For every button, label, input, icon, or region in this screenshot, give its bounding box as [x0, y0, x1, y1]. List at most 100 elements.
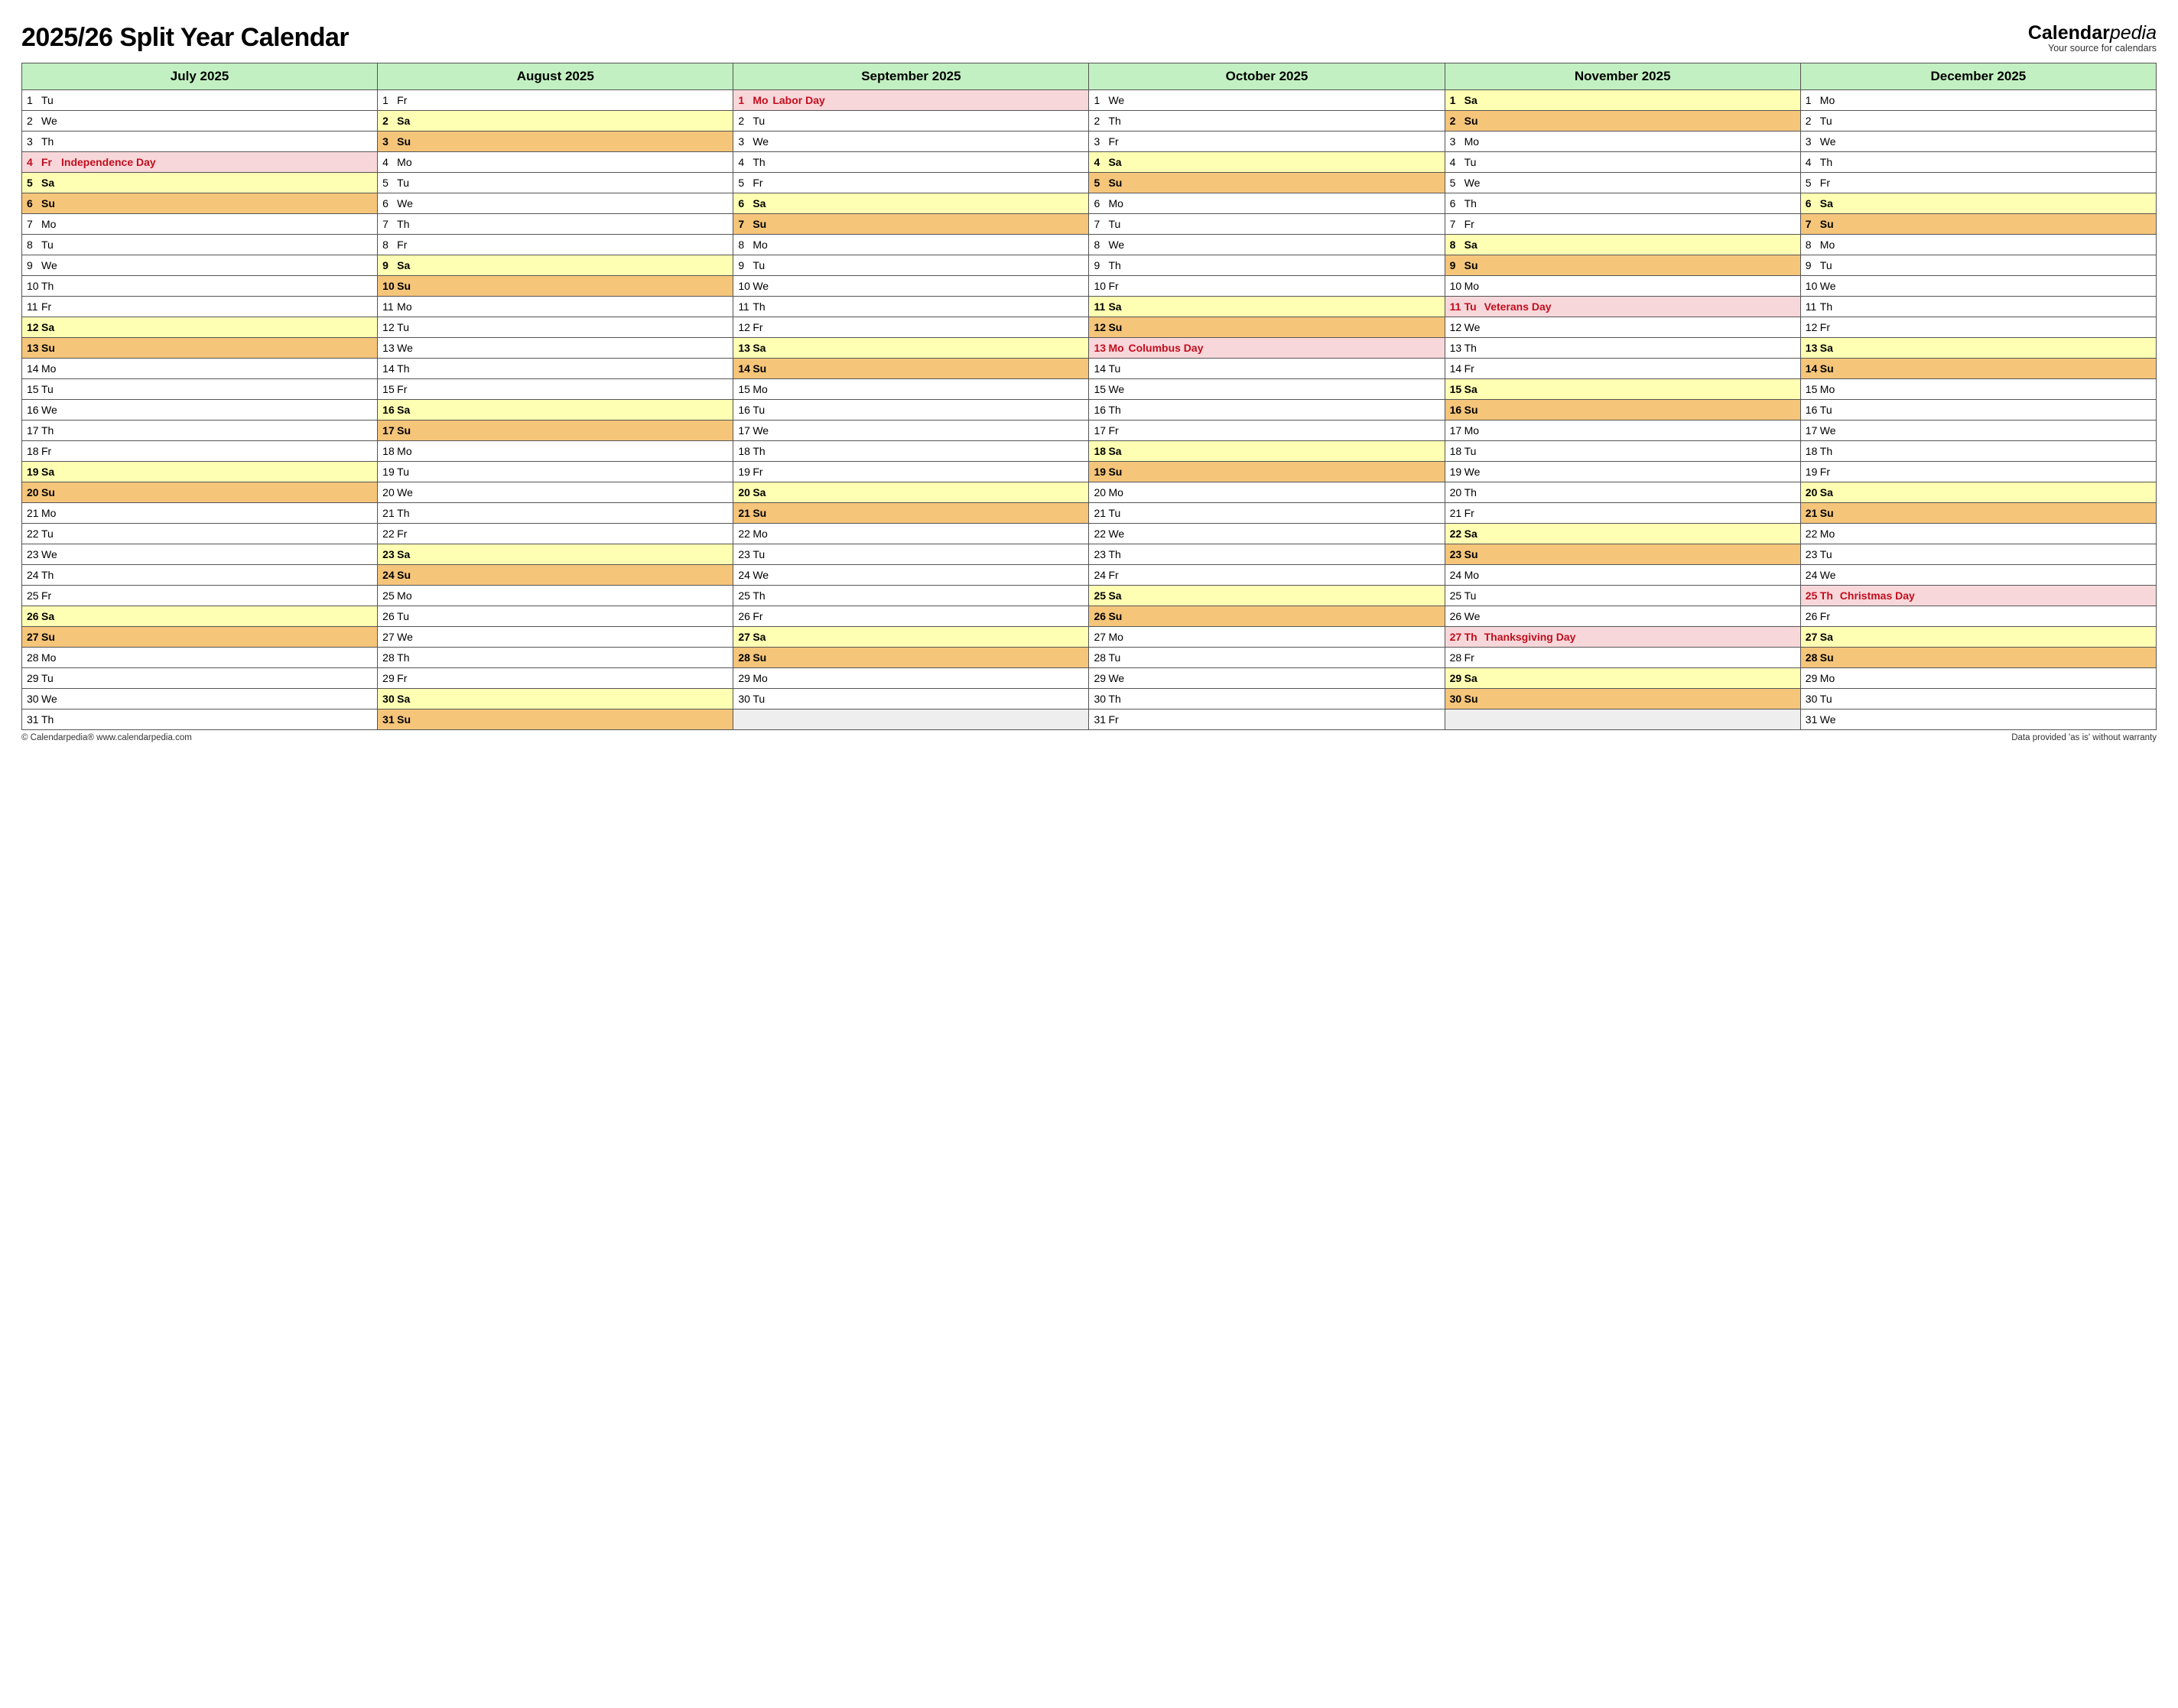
day-cell: 21Su [733, 503, 1089, 524]
day-number: 19 [27, 466, 41, 478]
day-of-week: We [1820, 424, 1840, 437]
day-cell: 11TuVeterans Day [1445, 297, 1800, 317]
day-number: 10 [1094, 280, 1108, 292]
day-of-week: Sa [397, 115, 417, 127]
day-cell: 27Sa [1800, 627, 2156, 648]
day-number: 10 [382, 280, 397, 292]
day-number: 15 [1450, 383, 1464, 395]
day-cell: 27ThThanksgiving Day [1445, 627, 1800, 648]
day-cell: 17Th [22, 421, 378, 441]
day-number: 3 [27, 135, 41, 148]
day-number: 2 [1094, 115, 1108, 127]
day-of-week: Su [1820, 362, 1840, 375]
day-cell: 4Sa [1089, 152, 1445, 173]
day-number: 16 [1806, 404, 1820, 416]
day-of-week: Su [1820, 651, 1840, 664]
calendar-row: 22Tu22Fr22Mo22We22Sa22Mo [22, 524, 2157, 544]
day-cell: 12Sa [22, 317, 378, 338]
day-number: 1 [738, 94, 753, 106]
day-number: 16 [1450, 404, 1464, 416]
day-number: 7 [27, 218, 41, 230]
day-cell: 6Sa [733, 193, 1089, 214]
day-number: 4 [1094, 156, 1108, 168]
day-of-week: Sa [1820, 631, 1840, 643]
day-of-week: Tu [397, 466, 417, 478]
day-number: 5 [382, 177, 397, 189]
calendar-row: 6Su6We6Sa6Mo6Th6Sa [22, 193, 2157, 214]
day-number: 12 [382, 321, 397, 333]
day-number: 27 [1450, 631, 1464, 643]
day-of-week: Fr [41, 156, 61, 168]
day-cell: 19Fr [733, 462, 1089, 482]
brand-tagline: Your source for calendars [2028, 44, 2157, 54]
day-of-week: Su [397, 713, 417, 726]
day-of-week: Fr [1108, 135, 1128, 148]
day-cell: 13Th [1445, 338, 1800, 359]
day-cell: 17We [1800, 421, 2156, 441]
day-cell: 12Fr [1800, 317, 2156, 338]
day-cell: 26Su [1089, 606, 1445, 627]
day-cell: 14Mo [22, 359, 378, 379]
day-of-week: Su [41, 486, 61, 498]
day-number: 22 [1094, 528, 1108, 540]
day-number: 18 [1450, 445, 1464, 457]
day-of-week: Fr [753, 466, 772, 478]
day-of-week: We [753, 569, 772, 581]
brand-word-a: Calendar [2028, 22, 2110, 44]
day-of-week: We [397, 342, 417, 354]
day-of-week: We [41, 115, 61, 127]
day-cell: 23Su [1445, 544, 1800, 565]
day-cell: 29Mo [1800, 668, 2156, 689]
day-of-week: Th [1464, 631, 1484, 643]
day-of-week: Tu [753, 115, 772, 127]
day-of-week: Mo [1820, 672, 1840, 684]
day-of-week: We [1820, 713, 1840, 726]
day-cell: 15We [1089, 379, 1445, 400]
day-cell: 24Mo [1445, 565, 1800, 586]
day-number: 24 [1094, 569, 1108, 581]
day-cell: 1Tu [22, 90, 378, 111]
day-cell: 13Sa [733, 338, 1089, 359]
event-label: Veterans Day [1484, 300, 1552, 313]
day-cell: 10Fr [1089, 276, 1445, 297]
day-of-week: Th [753, 445, 772, 457]
day-cell: 27Mo [1089, 627, 1445, 648]
day-number: 23 [27, 548, 41, 560]
day-cell: 15Mo [733, 379, 1089, 400]
day-of-week: Su [1464, 115, 1484, 127]
day-of-week: Th [1108, 693, 1128, 705]
day-number: 9 [382, 259, 397, 271]
day-number: 18 [382, 445, 397, 457]
calendar-row: 14Mo14Th14Su14Tu14Fr14Su [22, 359, 2157, 379]
day-number: 6 [27, 197, 41, 209]
day-cell: 20We [378, 482, 733, 503]
day-of-week: Sa [1108, 156, 1128, 168]
day-number: 24 [382, 569, 397, 581]
day-number: 22 [382, 528, 397, 540]
day-cell: 3Mo [1445, 132, 1800, 152]
day-of-week: Tu [397, 610, 417, 622]
day-number: 25 [738, 589, 753, 602]
day-of-week: Th [41, 569, 61, 581]
day-of-week: Sa [1108, 300, 1128, 313]
day-of-week: Su [1108, 610, 1128, 622]
day-cell: 23Tu [1800, 544, 2156, 565]
calendar-row: 18Fr18Mo18Th18Sa18Tu18Th [22, 441, 2157, 462]
day-of-week: Fr [1108, 280, 1128, 292]
day-cell: 29Sa [1445, 668, 1800, 689]
day-cell: 22Mo [733, 524, 1089, 544]
day-cell: 31Fr [1089, 710, 1445, 730]
day-of-week: Fr [1464, 507, 1484, 519]
day-number: 13 [382, 342, 397, 354]
day-of-week: Tu [1464, 589, 1484, 602]
day-of-week: Tu [397, 321, 417, 333]
day-number: 11 [27, 300, 41, 313]
day-cell: 23Th [1089, 544, 1445, 565]
day-number: 15 [1094, 383, 1108, 395]
day-of-week: Sa [41, 466, 61, 478]
day-of-week: Mo [397, 300, 417, 313]
day-number: 15 [382, 383, 397, 395]
day-cell: 24We [1800, 565, 2156, 586]
day-cell: 28Th [378, 648, 733, 668]
day-of-week: Sa [397, 259, 417, 271]
